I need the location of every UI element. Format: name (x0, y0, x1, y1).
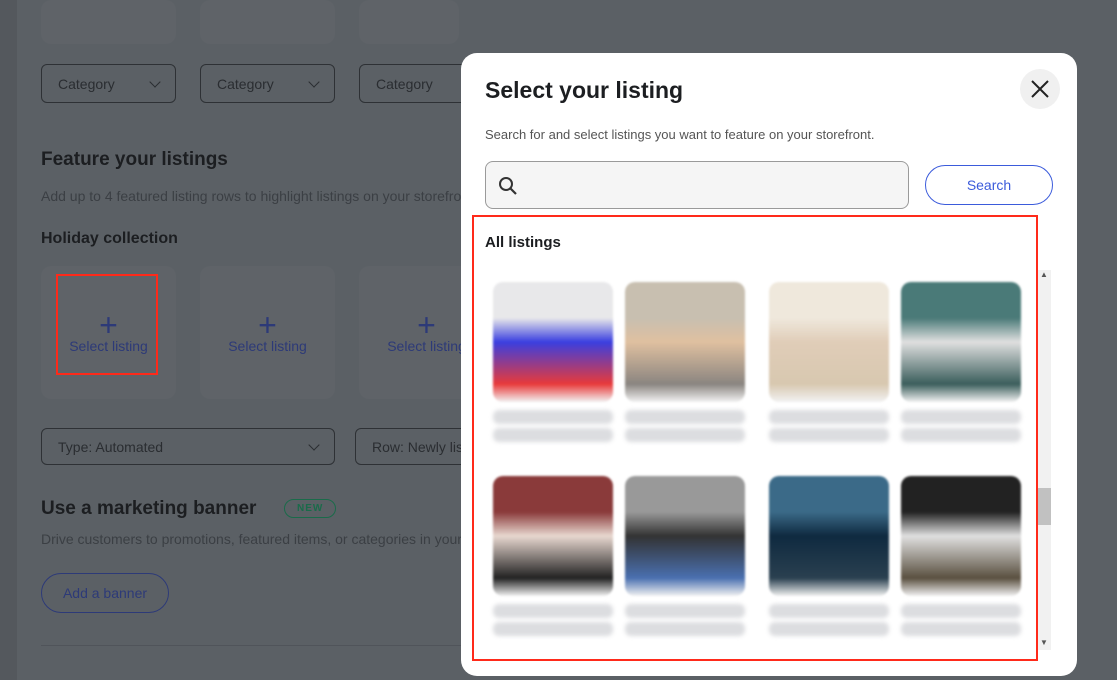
scrollbar[interactable]: ▲ ▼ (1037, 270, 1051, 650)
modal-subtitle: Search for and select listings you want … (485, 127, 875, 142)
select-listing-card[interactable]: + Select listing (200, 266, 335, 399)
page-gutter (0, 0, 17, 680)
dropdown-label: Type: Automated (58, 438, 164, 455)
ghost-card (41, 0, 176, 44)
select-listing-label: Select listing (387, 337, 466, 354)
divider (41, 645, 461, 646)
dropdown-label: Category (58, 75, 115, 92)
collection-title: Holiday collection (41, 230, 178, 247)
plus-icon: + (417, 306, 436, 343)
ghost-card (200, 0, 335, 44)
modal-title: Select your listing (485, 77, 684, 103)
category-dropdown[interactable]: Category (200, 64, 335, 103)
highlight-box (472, 215, 1038, 661)
chevron-down-icon (149, 75, 161, 88)
banner-description: Drive customers to promotions, featured … (41, 531, 461, 547)
search-icon (499, 177, 517, 195)
scroll-down-icon[interactable]: ▼ (1040, 638, 1048, 647)
banner-title: Use a marketing banner (41, 498, 257, 519)
category-dropdown[interactable]: Category (41, 64, 176, 103)
chevron-down-icon (308, 75, 320, 88)
type-dropdown[interactable]: Type: Automated (41, 428, 335, 465)
dropdown-label: Category (217, 75, 274, 92)
scroll-up-icon[interactable]: ▲ (1040, 270, 1048, 279)
search-input[interactable] (526, 162, 901, 208)
feature-description: Add up to 4 featured listing rows to hig… (41, 188, 461, 204)
add-banner-button[interactable]: Add a banner (41, 573, 169, 613)
ghost-card (359, 0, 459, 44)
chevron-down-icon (308, 438, 320, 451)
search-button[interactable]: Search (925, 165, 1053, 205)
scrollbar-thumb[interactable] (1037, 488, 1051, 525)
dropdown-label: Category (376, 75, 433, 92)
search-field[interactable] (485, 161, 909, 209)
close-icon (1031, 80, 1049, 98)
select-listing-label: Select listing (228, 337, 307, 354)
plus-icon: + (258, 306, 277, 343)
close-button[interactable] (1020, 69, 1060, 109)
feature-title: Feature your listings (41, 149, 228, 170)
new-badge: NEW (284, 499, 337, 518)
highlight-box (56, 274, 158, 375)
